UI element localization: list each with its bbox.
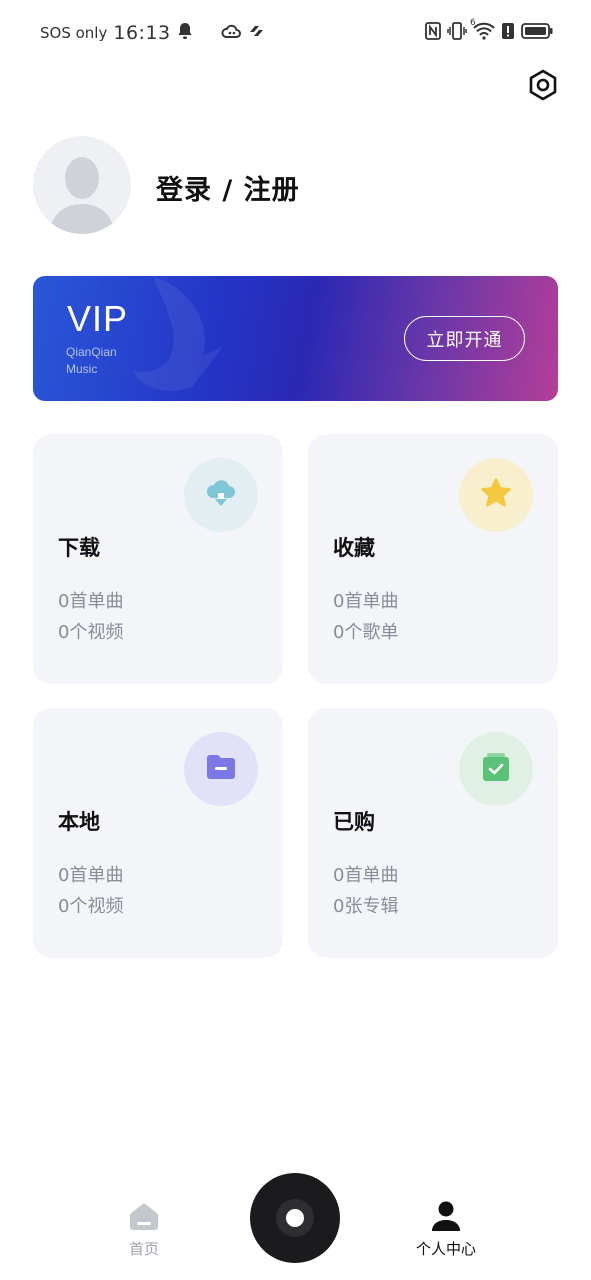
cloud-download-icon xyxy=(204,476,238,514)
vip-banner[interactable]: VIP QianQian Music 立即开通 xyxy=(33,276,558,401)
default-user-icon xyxy=(49,157,115,234)
status-bar-left: SOS only 16:13 xyxy=(40,22,265,44)
vip-brand-line1: QianQian xyxy=(66,345,117,359)
user-icon xyxy=(430,1200,462,1236)
bell-icon xyxy=(177,22,193,44)
nav-home-label: 首页 xyxy=(128,1240,159,1258)
settings-button[interactable] xyxy=(526,69,560,105)
bottom-nav: 首页 个人中心 xyxy=(0,1160,591,1280)
nav-profile-label: 个人中心 xyxy=(415,1240,476,1258)
local-title: 本地 xyxy=(58,810,100,834)
favorites-songs-count: 0首单曲 xyxy=(333,591,399,612)
purchased-songs-count: 0首单曲 xyxy=(333,865,399,886)
vip-title: VIP xyxy=(67,298,129,339)
avatar[interactable] xyxy=(33,136,131,234)
download-songs-count: 0首单曲 xyxy=(58,591,124,612)
battery-icon xyxy=(521,22,553,44)
favorites-title: 收藏 xyxy=(333,536,375,560)
vibrate-icon xyxy=(447,22,467,44)
vinyl-disc-icon xyxy=(276,1199,314,1237)
shopping-bag-check-icon xyxy=(479,750,513,788)
download-icon-badge xyxy=(184,458,258,532)
download-card[interactable]: 下载 0首单曲 0个视频 xyxy=(33,434,283,684)
network-type-label: 6 xyxy=(470,18,476,28)
download-title: 下载 xyxy=(58,536,100,560)
nfc-icon xyxy=(425,22,441,44)
link-icon xyxy=(247,23,265,43)
clock-time: 16:13 xyxy=(113,22,171,44)
nav-profile-tab[interactable]: 个人中心 xyxy=(404,1200,488,1264)
cloud-icon xyxy=(221,23,241,43)
vip-subscribe-button[interactable]: 立即开通 xyxy=(404,316,525,361)
status-bar-right: 6 xyxy=(425,18,553,44)
folder-icon xyxy=(204,750,238,788)
nav-home-tab[interactable]: 首页 xyxy=(114,1200,174,1264)
local-songs-count: 0首单曲 xyxy=(58,865,124,886)
purchased-albums-count: 0张专辑 xyxy=(333,896,399,917)
purchased-icon-badge xyxy=(459,732,533,806)
home-icon xyxy=(128,1200,160,1236)
local-card[interactable]: 本地 0首单曲 0个视频 xyxy=(33,708,283,958)
alert-icon xyxy=(501,22,515,44)
favorites-card[interactable]: 收藏 0首单曲 0个歌单 xyxy=(308,434,558,684)
vip-brand-line2: Music xyxy=(66,362,98,376)
wifi-icon: 6 xyxy=(470,18,495,44)
favorites-playlists-count: 0个歌单 xyxy=(333,622,399,643)
purchased-card[interactable]: 已购 0首单曲 0张专辑 xyxy=(308,708,558,958)
local-icon-badge xyxy=(184,732,258,806)
purchased-title: 已购 xyxy=(333,810,375,834)
star-icon xyxy=(479,476,513,514)
download-videos-count: 0个视频 xyxy=(58,622,124,643)
gear-icon xyxy=(527,69,559,105)
now-playing-button[interactable] xyxy=(250,1173,340,1263)
local-videos-count: 0个视频 xyxy=(58,896,124,917)
favorites-icon-badge xyxy=(459,458,533,532)
carrier-text: SOS only xyxy=(40,24,108,42)
login-register-link[interactable]: 登录 / 注册 xyxy=(156,168,300,207)
status-bar: SOS only 16:13 6 xyxy=(0,0,591,66)
vip-brand: QianQian Music xyxy=(66,344,117,378)
